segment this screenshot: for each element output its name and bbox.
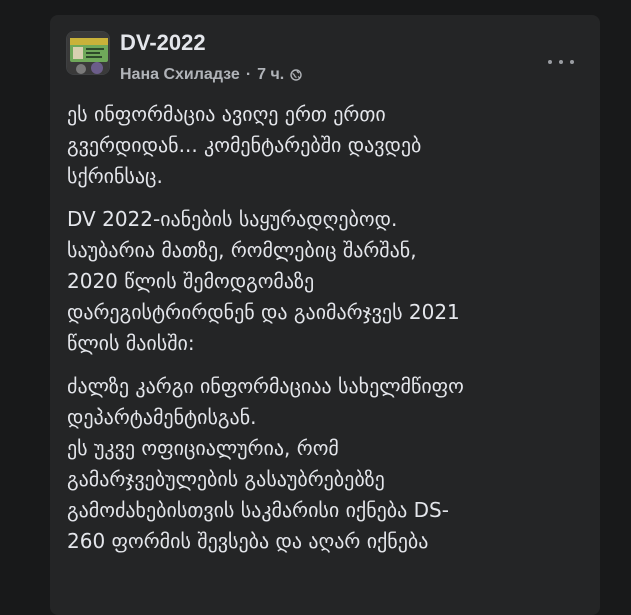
post-paragraph: DV 2022-იანების საყურადღებოდ. საუბარია მ…	[67, 207, 460, 355]
post-body: ეს ინფორმაცია ავიღე ერთ ერთი გვერდიდან..…	[67, 99, 587, 569]
author-name-link[interactable]: Нана Схиладзе	[120, 66, 240, 84]
group-avatar[interactable]	[66, 31, 110, 75]
post-header: DV-2022 Нана Схиладзе · 7 ч.	[66, 30, 584, 87]
post-paragraph: ეს ინფორმაცია ავიღე ერთ ერთი გვერდიდან..…	[67, 102, 422, 188]
more-horizontal-icon[interactable]	[548, 55, 574, 69]
green-card-icon	[67, 32, 109, 74]
post-meta: Нана Схиладзе · 7 ч.	[120, 66, 302, 84]
group-name-link[interactable]: DV-2022	[120, 30, 206, 56]
post-card: DV-2022 Нана Схиладзе · 7 ч. ეს ინფორმაც…	[50, 15, 600, 615]
post-timestamp-link[interactable]: 7 ч.	[257, 66, 284, 84]
post-paragraph: ძალზე კარგი ინფორმაციაა სახელმწიფო დეპარ…	[67, 374, 464, 553]
globe-icon[interactable]	[290, 69, 302, 81]
meta-separator: ·	[245, 66, 252, 83]
